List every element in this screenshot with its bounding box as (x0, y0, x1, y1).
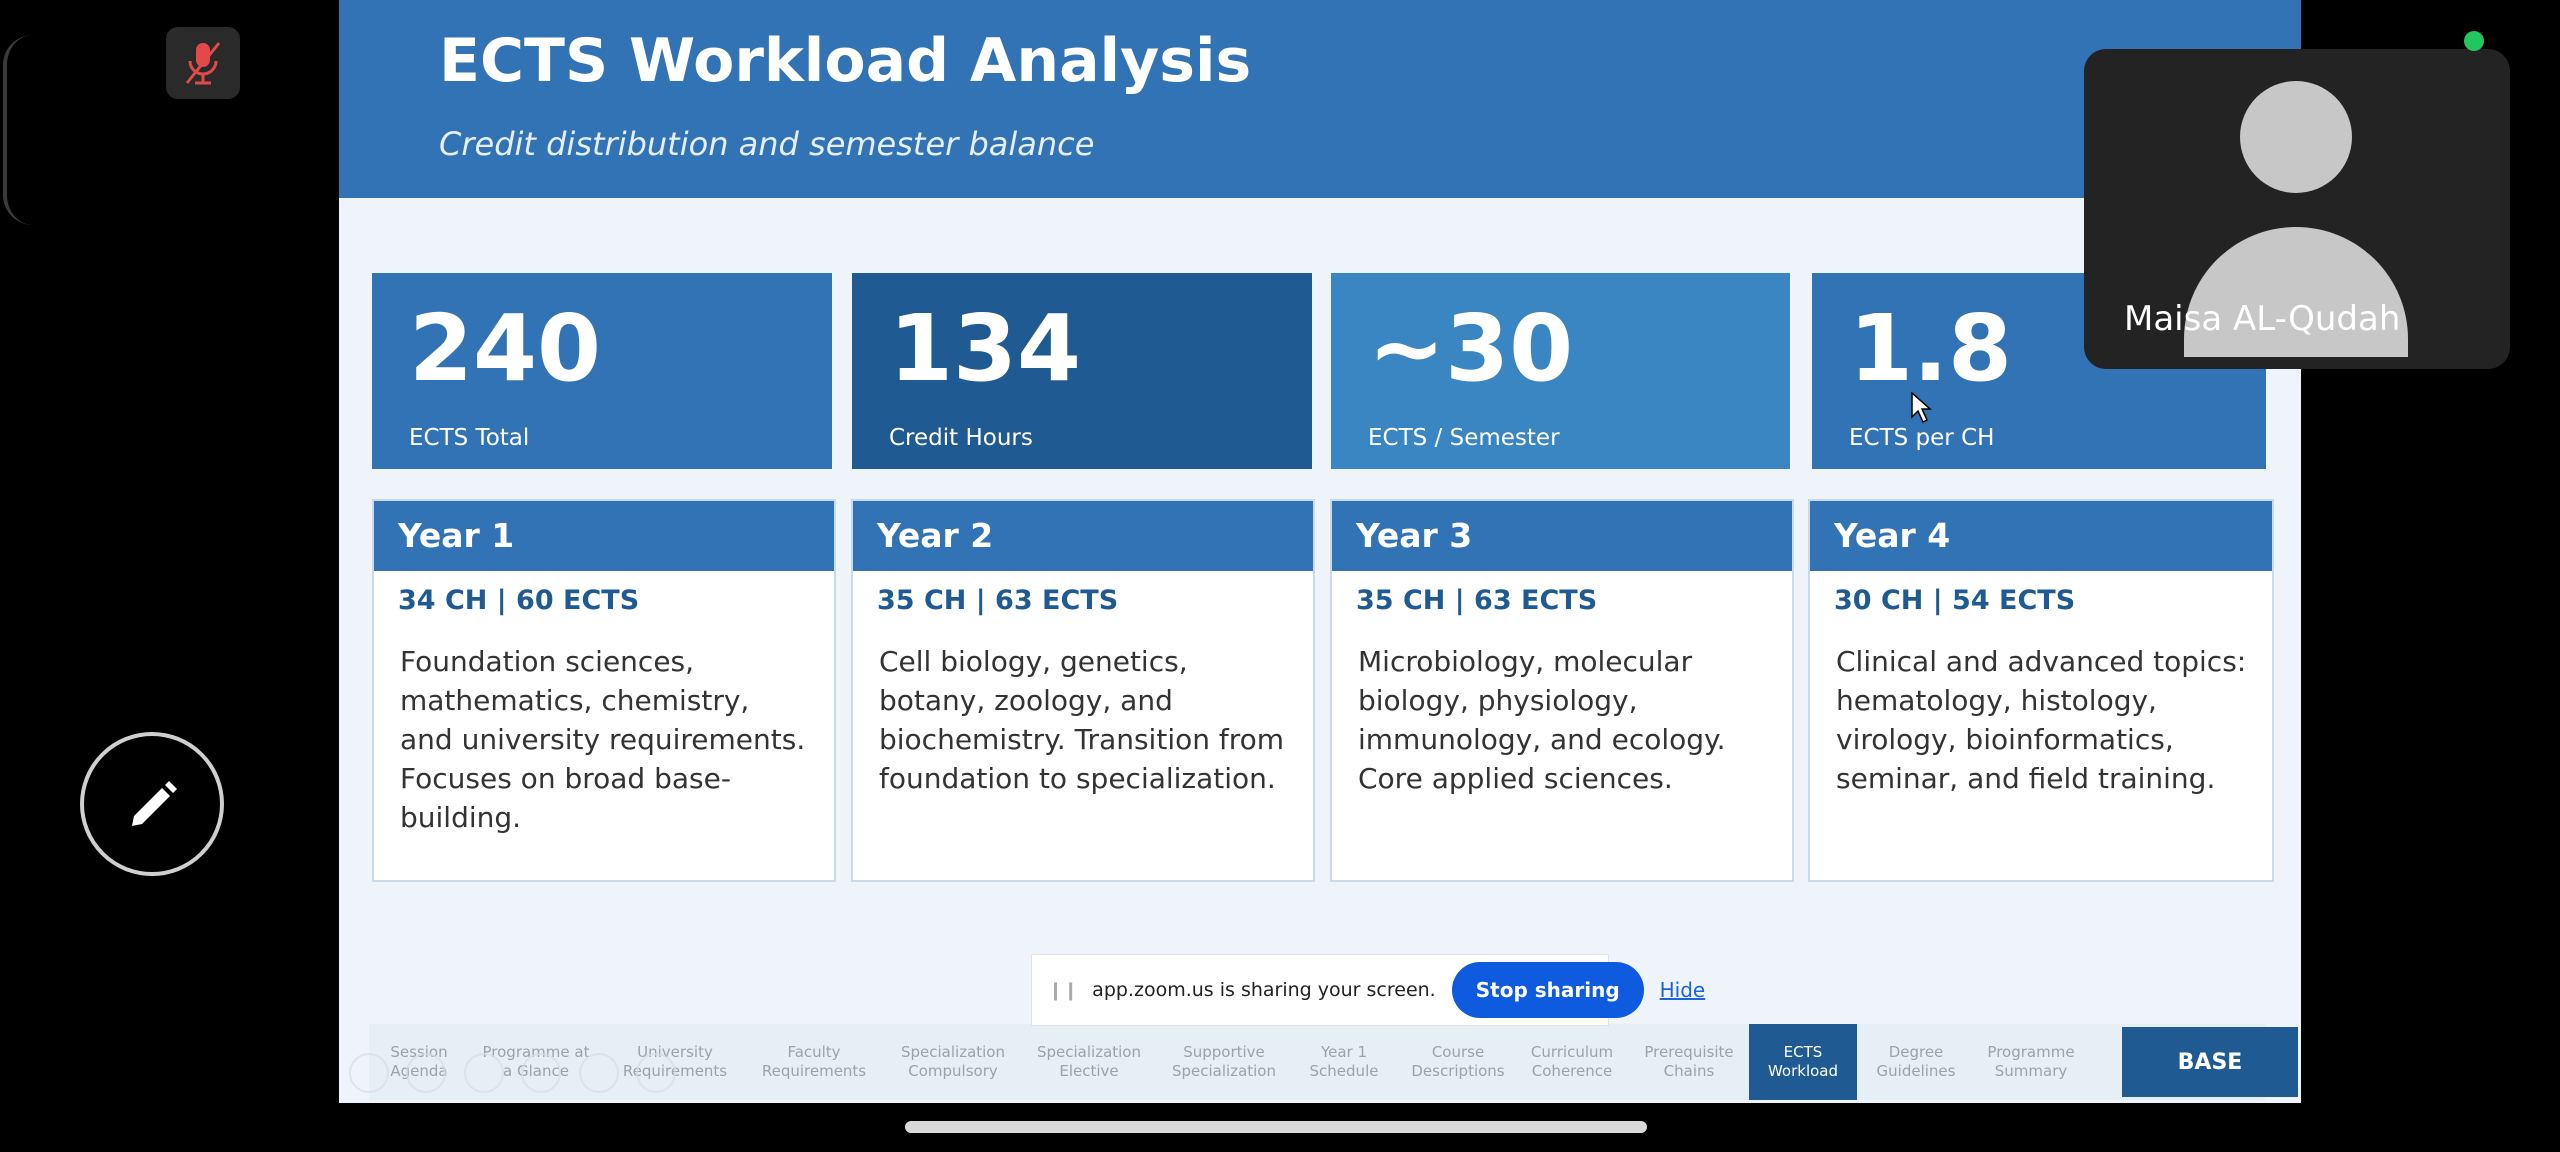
nav-item-ects-workload[interactable]: ECTS Workload (1749, 1024, 1857, 1100)
mute-button[interactable] (166, 27, 240, 99)
year-description: Foundation sciences, mathematics, chemis… (400, 645, 806, 834)
nav-base-button[interactable]: BASE (2122, 1027, 2298, 1097)
year-title: Year 4 (1810, 501, 2272, 571)
year-title: Year 1 (374, 501, 834, 571)
nav-item-supportive-specialization[interactable]: Supportive Specialization (1164, 1024, 1284, 1100)
year-credits: 35 CH | 63 ECTS (877, 585, 1119, 616)
more-control[interactable] (636, 1053, 676, 1093)
nav-item-specialization-elective[interactable]: Specialization Elective (1029, 1024, 1149, 1100)
previous-slide-control[interactable] (349, 1053, 389, 1093)
nav-item-faculty-requirements[interactable]: Faculty Requirements (759, 1024, 869, 1100)
next-slide-control[interactable] (406, 1053, 446, 1093)
slide-subtitle: Credit distribution and semester balance (439, 125, 1095, 163)
year-credits: 35 CH | 63 ECTS (1356, 585, 1598, 616)
year-description: Cell biology, genetics, botany, zoology,… (879, 645, 1285, 795)
stat-label: ECTS Total (409, 425, 530, 451)
share-message: app.zoom.us is sharing your screen. (1092, 979, 1436, 1001)
nav-item-course-descriptions[interactable]: Course Descriptions (1408, 1024, 1508, 1100)
pen-control[interactable] (464, 1053, 504, 1093)
year-card-3: Year 3 35 CH | 63 ECTS Microbiology, mol… (1330, 499, 1794, 882)
stop-sharing-button[interactable]: Stop sharing (1451, 962, 1644, 1018)
screen-edge-handle (3, 35, 37, 225)
stat-value: 134 (889, 295, 1082, 402)
year-credits: 34 CH | 60 ECTS (398, 585, 640, 616)
stat-label: Credit Hours (889, 425, 1033, 451)
microphone-muted-icon (185, 42, 221, 85)
stat-card-credit-hours: 134 Credit Hours (852, 273, 1312, 469)
nav-item-specialization-compulsory[interactable]: Specialization Compulsory (893, 1024, 1013, 1100)
nav-item-year-1-schedule[interactable]: Year 1 Schedule (1299, 1024, 1389, 1100)
year-card-4: Year 4 30 CH | 54 ECTS Clinical and adva… (1808, 499, 2274, 882)
mouse-cursor-icon (1911, 391, 1933, 428)
stat-label: ECTS / Semester (1368, 425, 1560, 451)
home-indicator[interactable] (905, 1121, 1647, 1133)
nav-item-programme-summary[interactable]: Programme Summary (1981, 1024, 2081, 1100)
slide-title: ECTS Workload Analysis (439, 26, 1252, 96)
avatar-icon (2240, 81, 2352, 193)
participant-video-tile[interactable]: Maisa AL-Qudah (2084, 49, 2510, 369)
year-description: Microbiology, molecular biology, physiol… (1358, 645, 1726, 795)
highlighter-control[interactable] (521, 1053, 561, 1093)
year-title: Year 3 (1332, 501, 1792, 571)
year-card-1: Year 1 34 CH | 60 ECTS Foundation scienc… (372, 499, 836, 882)
nav-item-degree-guidelines[interactable]: Degree Guidelines (1866, 1024, 1966, 1100)
nav-item-prerequisite-chains[interactable]: Prerequisite Chains (1639, 1024, 1739, 1100)
stat-value: 240 (409, 295, 602, 402)
year-title: Year 2 (853, 501, 1313, 571)
stat-value: ~30 (1368, 295, 1574, 402)
drag-handle-icon[interactable]: ❙❙ (1048, 980, 1078, 1001)
pencil-icon (132, 781, 177, 826)
screen-share-banner: ❙❙ app.zoom.us is sharing your screen. S… (1031, 954, 1705, 1026)
hide-link[interactable]: Hide (1660, 978, 1706, 1002)
zoom-control[interactable] (579, 1053, 619, 1093)
camera-active-indicator (2464, 31, 2484, 51)
year-description: Clinical and advanced topics: hematology… (1836, 645, 2247, 795)
year-credits: 30 CH | 54 ECTS (1834, 585, 2076, 616)
nav-item-curriculum-coherence[interactable]: Curriculum Coherence (1522, 1024, 1622, 1100)
stat-card-ects-total: 240 ECTS Total (372, 273, 832, 469)
participant-name: Maisa AL-Qudah (2124, 299, 2401, 339)
nav-item-university-requirements[interactable]: University Requirements (620, 1024, 730, 1100)
shared-slide: ECTS Workload Analysis Credit distributi… (339, 0, 2301, 1103)
stat-card-ects-semester: ~30 ECTS / Semester (1331, 273, 1790, 469)
annotate-button[interactable] (80, 732, 224, 876)
stat-value: 1.8 (1849, 295, 2012, 402)
year-card-2: Year 2 35 CH | 63 ECTS Cell biology, gen… (851, 499, 1315, 882)
stat-label: ECTS per CH (1849, 425, 1995, 451)
